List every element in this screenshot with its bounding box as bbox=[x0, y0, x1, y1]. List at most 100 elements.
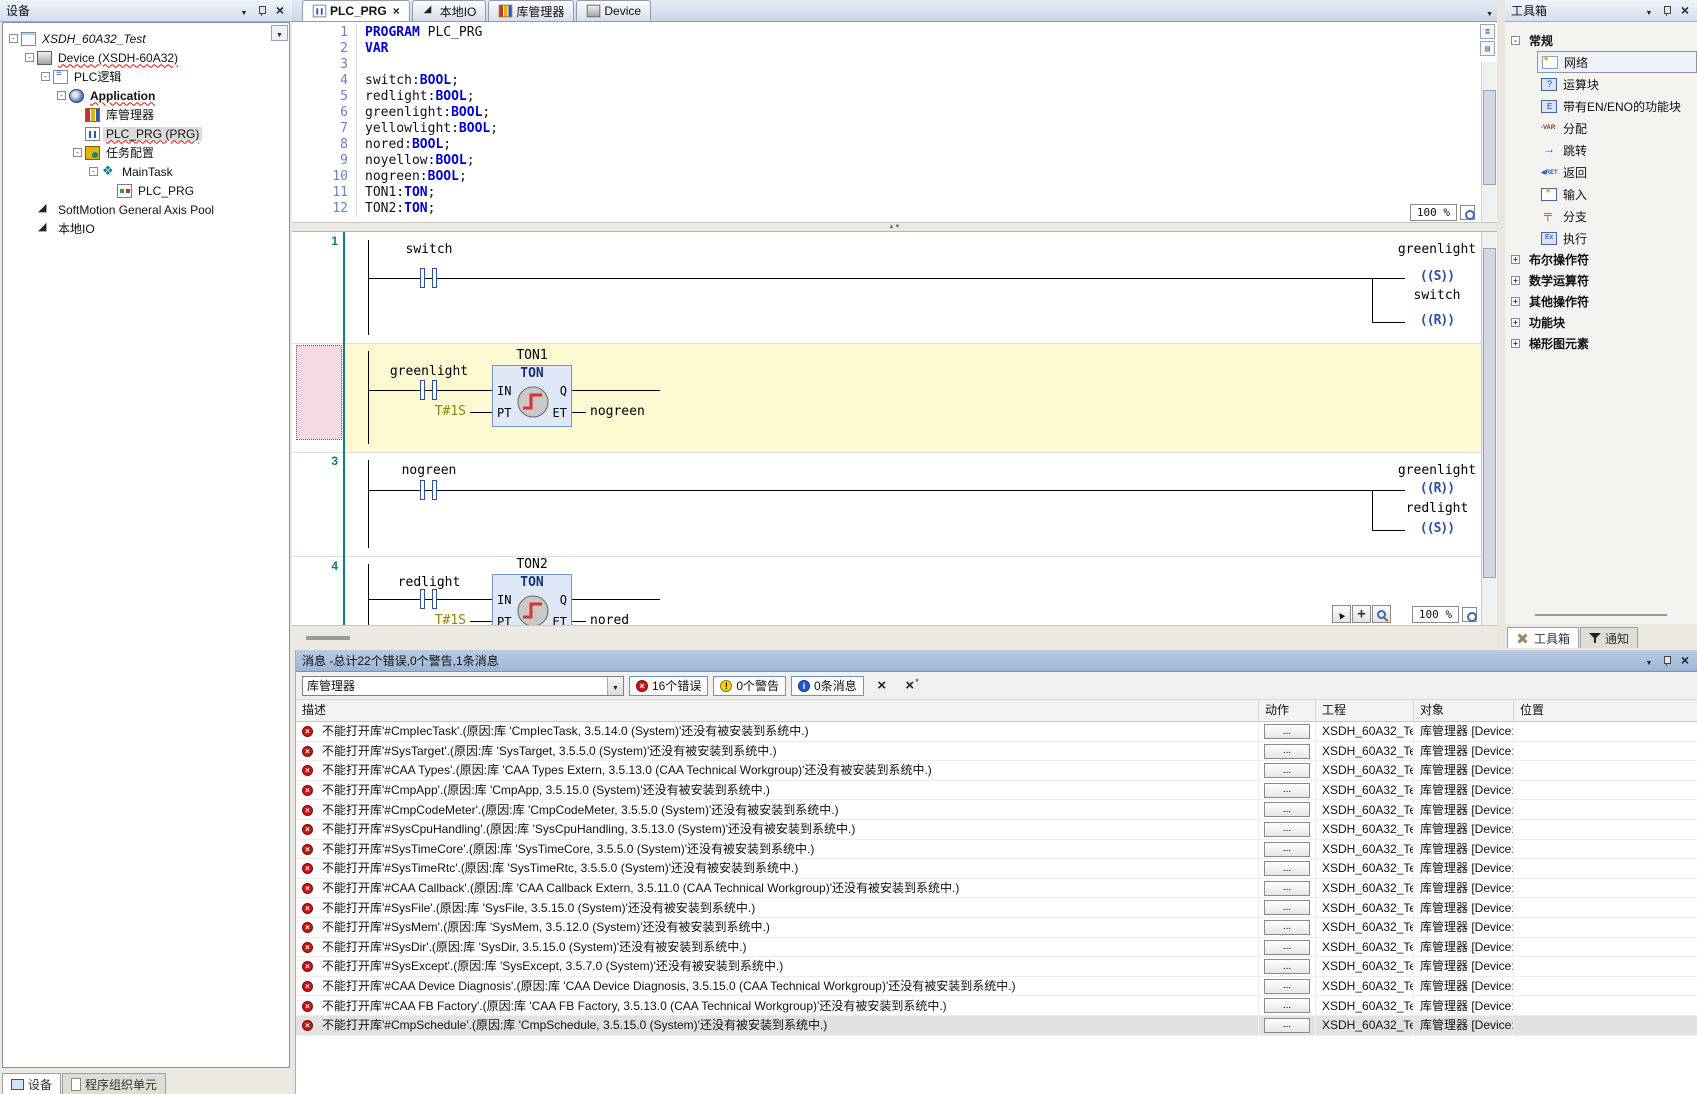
coil-label[interactable]: greenlight bbox=[1377, 463, 1497, 479]
combobox-dropdown-icon[interactable] bbox=[607, 677, 623, 695]
category-expander-icon[interactable]: + bbox=[1511, 318, 1520, 327]
action-button[interactable]: ... bbox=[1264, 842, 1310, 857]
toolbox-category-常规[interactable]: -常规 bbox=[1505, 30, 1697, 51]
zoom-page-icon[interactable] bbox=[1460, 205, 1475, 220]
ton-function-block[interactable]: TONINPTQET bbox=[492, 574, 572, 625]
action-button[interactable]: ... bbox=[1264, 861, 1310, 876]
coil-label[interactable]: redlight bbox=[1377, 501, 1497, 517]
toolbox-category-数学运算符[interactable]: +数学运算符 bbox=[1505, 270, 1697, 291]
warnings-filter-button[interactable]: ! 0个警告 bbox=[713, 676, 786, 696]
toolbox-item-分配[interactable]: 分配 bbox=[1537, 117, 1697, 139]
contact-label[interactable]: redlight bbox=[349, 575, 509, 591]
pt-value[interactable]: T#1S bbox=[388, 404, 466, 420]
toolbox-item-分支[interactable]: 分支 bbox=[1537, 205, 1697, 227]
toolbox-close-icon[interactable] bbox=[1677, 4, 1693, 18]
toolbox-item-带有EN/ENO的功能块[interactable]: 带有EN/ENO的功能块 bbox=[1537, 95, 1697, 117]
editor-splitter[interactable]: ▲▼ bbox=[292, 222, 1497, 232]
messages-dropdown-icon[interactable] bbox=[1641, 654, 1657, 668]
message-row[interactable]: ×不能打开库'#CAA Device Diagnosis'.(原因:库 'CAA… bbox=[296, 977, 1697, 997]
message-row[interactable]: ×不能打开库'#CmpCodeMeter'.(原因:库 'CmpCodeMete… bbox=[296, 800, 1697, 820]
action-button[interactable]: ... bbox=[1264, 900, 1310, 915]
coil-label[interactable]: greenlight bbox=[1377, 242, 1497, 258]
message-row[interactable]: ×不能打开库'#SysTarget'.(原因:库 'SysTarget, 3.5… bbox=[296, 742, 1697, 762]
message-category-combobox[interactable]: 库管理器 bbox=[302, 676, 624, 696]
action-button[interactable]: ... bbox=[1264, 802, 1310, 817]
clear-messages-icon[interactable] bbox=[872, 677, 892, 695]
network-selection-marker[interactable] bbox=[296, 345, 342, 440]
action-button[interactable]: ... bbox=[1264, 783, 1310, 798]
message-row[interactable]: ×不能打开库'#SysTimeCore'.(原因:库 'SysTimeCore,… bbox=[296, 840, 1697, 860]
action-button[interactable]: ... bbox=[1264, 959, 1310, 974]
tree-expander-icon[interactable]: - bbox=[89, 167, 98, 176]
tree-expander-icon[interactable]: - bbox=[57, 91, 66, 100]
pt-value[interactable]: T#1S bbox=[388, 613, 466, 625]
declaration-mode-icon[interactable]: ▤ bbox=[1480, 41, 1495, 56]
ton-function-block[interactable]: TONINPTQET bbox=[492, 365, 572, 427]
pan-button[interactable] bbox=[1352, 605, 1371, 623]
toolbox-dropdown-icon[interactable] bbox=[1641, 4, 1657, 18]
action-button[interactable]: ... bbox=[1264, 881, 1310, 896]
devices-pin-icon[interactable] bbox=[254, 4, 270, 18]
toolbox-pin-icon[interactable] bbox=[1659, 4, 1675, 18]
toolbox-item-执行[interactable]: 执行 bbox=[1537, 227, 1697, 249]
et-output-label[interactable]: nored bbox=[590, 613, 740, 625]
network-3[interactable] bbox=[346, 452, 1481, 556]
editor-tab-本地IO[interactable]: 本地IO bbox=[412, 0, 487, 21]
ladder-scrollbar[interactable] bbox=[1481, 232, 1497, 625]
action-button[interactable]: ... bbox=[1264, 822, 1310, 837]
message-row[interactable]: ×不能打开库'#SysMem'.(原因:库 'SysMem, 3.5.12.0 … bbox=[296, 918, 1697, 938]
tree-item[interactable]: -任务配置 bbox=[3, 143, 289, 162]
editor-tab-PLC_PRG[interactable]: PLC_PRG bbox=[302, 0, 410, 21]
ladder-editor[interactable]: 1switchgreenlight((S))switch((R))2greenl… bbox=[292, 232, 1497, 625]
tree-item[interactable]: -MainTask bbox=[3, 162, 289, 181]
tree-expander-icon[interactable]: - bbox=[9, 34, 18, 43]
toolbox-tab[interactable]: 通知 bbox=[1580, 627, 1638, 648]
tree-item[interactable]: -PLC逻辑 bbox=[3, 67, 289, 86]
action-button[interactable]: ... bbox=[1264, 763, 1310, 778]
tree-item[interactable]: -XSDH_60A32_Test bbox=[3, 29, 289, 48]
action-button[interactable]: ... bbox=[1264, 744, 1310, 759]
action-button[interactable]: ... bbox=[1264, 998, 1310, 1013]
coil-S[interactable]: ((S)) bbox=[1377, 521, 1497, 536]
tree-item[interactable]: PLC_PRG bbox=[3, 181, 289, 200]
coil-label[interactable]: switch bbox=[1377, 288, 1497, 304]
tree-expander-icon[interactable]: - bbox=[41, 72, 50, 81]
fb-instance-label[interactable]: TON1 bbox=[492, 348, 572, 364]
ladder-hscrollbar[interactable] bbox=[292, 625, 1497, 650]
tree-expander-icon[interactable]: - bbox=[73, 148, 82, 157]
message-row[interactable]: ×不能打开库'#CAA Types'.(原因:库 'CAA Types Exte… bbox=[296, 761, 1697, 781]
contact-symbol[interactable] bbox=[432, 589, 437, 609]
action-button[interactable]: ... bbox=[1264, 724, 1310, 739]
contact-symbol[interactable] bbox=[420, 480, 425, 500]
contact-symbol[interactable] bbox=[432, 268, 437, 288]
et-output-label[interactable]: nogreen bbox=[590, 404, 740, 420]
contact-symbol[interactable] bbox=[420, 589, 425, 609]
network-1[interactable] bbox=[346, 232, 1481, 343]
category-expander-icon[interactable]: + bbox=[1511, 255, 1520, 264]
message-row[interactable]: ×不能打开库'#CAA FB Factory'.(原因:库 'CAA FB Fa… bbox=[296, 996, 1697, 1016]
category-expander-icon[interactable]: + bbox=[1511, 339, 1520, 348]
tab-close-icon[interactable] bbox=[387, 4, 400, 18]
category-expander-icon[interactable]: - bbox=[1511, 36, 1520, 45]
message-row[interactable]: ×不能打开库'#CmpSchedule'.(原因:库 'CmpSchedule,… bbox=[296, 1016, 1697, 1036]
toolbox-category-布尔操作符[interactable]: +布尔操作符 bbox=[1505, 249, 1697, 270]
coil-R[interactable]: ((R)) bbox=[1377, 313, 1497, 328]
messages-close-icon[interactable] bbox=[1677, 654, 1693, 668]
devices-close-icon[interactable] bbox=[272, 4, 288, 18]
toolbox-category-其他操作符[interactable]: +其他操作符 bbox=[1505, 291, 1697, 312]
tree-item[interactable]: -Device (XSDH-60A32) bbox=[3, 48, 289, 67]
tree-expander-icon[interactable]: - bbox=[25, 53, 34, 62]
message-row[interactable]: ×不能打开库'#SysCpuHandling'.(原因:库 'SysCpuHan… bbox=[296, 820, 1697, 840]
tab-overflow-icon[interactable] bbox=[1486, 5, 1493, 19]
toolbox-item-输入[interactable]: 输入 bbox=[1537, 183, 1697, 205]
zoom-page-icon[interactable] bbox=[1462, 607, 1477, 622]
contact-symbol[interactable] bbox=[432, 380, 437, 400]
contact-label[interactable]: switch bbox=[349, 242, 509, 258]
action-button[interactable]: ... bbox=[1264, 920, 1310, 935]
message-row[interactable]: ×不能打开库'#SysFile'.(原因:库 'SysFile, 3.5.15.… bbox=[296, 898, 1697, 918]
toolbox-item-运算块[interactable]: 运算块 bbox=[1537, 73, 1697, 95]
scrollbar-thumb[interactable] bbox=[306, 636, 350, 640]
category-expander-icon[interactable]: + bbox=[1511, 297, 1520, 306]
action-button[interactable]: ... bbox=[1264, 940, 1310, 955]
contact-symbol[interactable] bbox=[432, 480, 437, 500]
